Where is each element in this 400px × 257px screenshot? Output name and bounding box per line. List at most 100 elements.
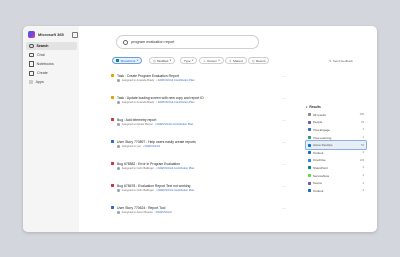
result-subtitle: Assigned to Daniel Burton • FAWCS/Civil …: [117, 123, 193, 126]
source-people[interactable]: People 23: [306, 119, 366, 127]
result-title[interactable]: Task : Create Program Evaluation Report: [117, 74, 179, 78]
source-count: 4: [362, 128, 364, 132]
result-title[interactable]: Bug 678678 : Evaluation Report Text not …: [117, 184, 190, 188]
results-source-panel: ▾ Results All results 105 People 23 Viva…: [305, 104, 367, 195]
filter-bar: SharePoint ▾ ◷ Modified ▾ Type ▾ ☺ Perso…: [112, 57, 372, 64]
source-outlook[interactable]: Outlook 3: [306, 149, 366, 157]
filter-sharepoint[interactable]: SharePoint ▾: [112, 57, 143, 64]
sidebar-item-chat[interactable]: Chat: [26, 51, 77, 59]
sidebar-item-search[interactable]: Search: [26, 42, 77, 50]
more-options-icon[interactable]: ···: [282, 206, 287, 211]
source-teams[interactable]: Teams 4: [306, 179, 366, 187]
source-label: People: [313, 120, 323, 125]
source-azure-devops[interactable]: Azure DevOps 54: [305, 140, 367, 150]
chevron-down-icon[interactable]: ▾: [306, 106, 307, 109]
filter-recent[interactable]: ◴ Recent: [248, 57, 270, 64]
source-label: OneDrive: [313, 158, 326, 163]
result-title[interactable]: Bug 678582 : Error in Program Evaluation: [117, 162, 180, 166]
source-outlook-2[interactable]: Outlook 4: [306, 187, 366, 195]
result-subtitle: Assigned to Colin Ballinger • FAWCS/Civi…: [117, 189, 194, 192]
notebook-icon: [29, 61, 34, 67]
avatar: [117, 145, 120, 148]
result-path-link[interactable]: • FAWCS/Civil Contribution Plan: [156, 189, 194, 192]
app-window: Microsoft 365 Search Chat Notebooks Crea…: [23, 26, 377, 232]
sidebar: Microsoft 365 Search Chat Notebooks Crea…: [23, 26, 79, 232]
filter-label: Recent: [255, 58, 266, 63]
result-title[interactable]: Bug : Add telemetry report: [117, 118, 156, 122]
result-item[interactable]: Task : Create Program Evaluation Report …: [111, 74, 291, 96]
calendar-icon: ◷: [153, 58, 156, 63]
sidebar-item-create[interactable]: Create: [26, 69, 77, 77]
result-path-link[interactable]: • FAWCS/Civil Contribution Plan: [156, 79, 194, 82]
source-sharepoint[interactable]: SharePoint 4: [306, 164, 366, 172]
result-item[interactable]: Bug 678582 : Error in Program Evaluation…: [111, 162, 291, 184]
viva-engage-icon: [308, 128, 311, 132]
result-path-link[interactable]: • FAWCS/Civil: [143, 145, 160, 148]
avatar: [117, 123, 120, 126]
result-path-link[interactable]: • FAWCS/Civil Contribution Plan: [156, 167, 194, 170]
more-options-icon[interactable]: ···: [282, 184, 287, 189]
more-options-icon[interactable]: ···: [282, 74, 287, 79]
result-item[interactable]: Task : Update loading screen with new co…: [111, 96, 291, 118]
results-panel-header: ▾ Results: [306, 104, 366, 110]
source-viva-learning[interactable]: Viva Learning 1: [306, 134, 366, 142]
task-icon: [111, 74, 114, 78]
user-story-icon: [111, 206, 114, 210]
source-onedrive[interactable]: OneDrive 103: [306, 157, 366, 165]
more-options-icon[interactable]: ···: [282, 162, 287, 167]
avatar: [117, 211, 120, 214]
source-servicenow[interactable]: ServiceNow 4: [306, 172, 366, 180]
onedrive-icon: [308, 158, 311, 162]
sidebar-item-label: Chat: [37, 53, 45, 57]
more-options-icon[interactable]: ···: [282, 118, 287, 123]
source-count: 54: [361, 143, 364, 147]
result-item[interactable]: User Story 770624 : Report Tool Assigned…: [111, 206, 291, 228]
clock-icon: ◴: [252, 58, 255, 63]
sidebar-toggle-icon[interactable]: [72, 32, 78, 38]
more-options-icon[interactable]: ···: [282, 140, 287, 145]
filter-label: Shared: [232, 58, 243, 63]
sidebar-item-label: Search: [36, 44, 49, 48]
filter-person[interactable]: ☺ Person ▾: [199, 57, 224, 64]
result-path-link[interactable]: • FAWCS/Civil Contribution Plan: [155, 123, 193, 126]
task-icon: [111, 96, 114, 100]
source-viva-engage[interactable]: Viva Engage 4: [306, 126, 366, 134]
filter-modified[interactable]: ◷ Modified ▾: [149, 57, 175, 64]
bug-icon: [111, 118, 114, 122]
result-subtitle: Assigned to you • FAWCS/Civil: [117, 145, 160, 148]
result-assignee: Assigned to you: [121, 145, 141, 148]
search-icon: [29, 43, 34, 49]
sidebar-item-label: Create: [37, 71, 48, 75]
filter-type[interactable]: Type ▾: [180, 57, 198, 64]
avatar: [117, 101, 120, 104]
result-title[interactable]: Task : Update loading screen with new co…: [117, 96, 204, 100]
teams-icon: [308, 181, 311, 185]
sidebar-item-notebooks[interactable]: Notebooks: [26, 60, 77, 68]
source-all-results[interactable]: All results 105: [306, 111, 366, 119]
bug-icon: [111, 162, 114, 166]
result-item[interactable]: Bug : Add telemetry report Assigned to D…: [111, 118, 291, 140]
result-item[interactable]: Bug 678678 : Evaluation Report Text not …: [111, 184, 291, 206]
result-title[interactable]: User Story 770624 : Report Tool: [117, 206, 165, 210]
send-feedback-link[interactable]: ✎ Send feedback: [329, 57, 353, 64]
result-path-link[interactable]: • FAWCS/Civil Contribution Plan: [156, 101, 194, 104]
all-results-icon: [308, 113, 311, 117]
bug-icon: [111, 184, 114, 188]
more-options-icon[interactable]: ···: [282, 96, 287, 101]
result-assignee: Assigned to Daniel Burton: [121, 123, 153, 126]
sidebar-item-label: Apps: [35, 80, 44, 84]
sidebar-item-apps[interactable]: Apps: [26, 78, 77, 86]
sharepoint-icon: [308, 166, 311, 170]
result-item[interactable]: User Story 770897 : Help users easily cr…: [111, 140, 291, 162]
results-list: Task : Create Program Evaluation Report …: [111, 74, 291, 228]
search-input[interactable]: program evaluation report: [116, 35, 259, 49]
result-assignee: Assigned to Colin Ballinger: [121, 167, 154, 170]
azure-devops-icon: [308, 143, 311, 147]
result-title[interactable]: User Story 770897 : Help users easily cr…: [117, 140, 196, 144]
avatar: [117, 167, 120, 170]
feedback-icon: ✎: [329, 58, 332, 63]
filter-label: Type: [184, 58, 191, 63]
person-icon: ☺: [203, 58, 206, 63]
filter-shared[interactable]: ⇪ Shared: [225, 57, 247, 64]
result-path-link[interactable]: • FAWCS/Civil: [155, 211, 172, 214]
